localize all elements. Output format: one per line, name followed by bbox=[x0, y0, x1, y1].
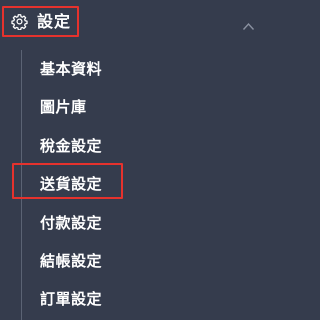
submenu-item-payment-settings[interactable]: 付款設定 bbox=[40, 211, 102, 235]
submenu-item-tax-settings[interactable]: 稅金設定 bbox=[40, 134, 102, 158]
shipping-settings-highlight-box bbox=[12, 163, 123, 199]
settings-header-highlight-box bbox=[2, 6, 79, 37]
chevron-up-icon[interactable] bbox=[242, 16, 255, 30]
submenu-item-basic-info[interactable]: 基本資料 bbox=[40, 57, 102, 81]
submenu-item-order-settings[interactable]: 訂單設定 bbox=[40, 287, 102, 311]
submenu-item-image-library[interactable]: 圖片庫 bbox=[40, 95, 87, 119]
submenu-item-checkout-settings[interactable]: 結帳設定 bbox=[40, 249, 102, 273]
